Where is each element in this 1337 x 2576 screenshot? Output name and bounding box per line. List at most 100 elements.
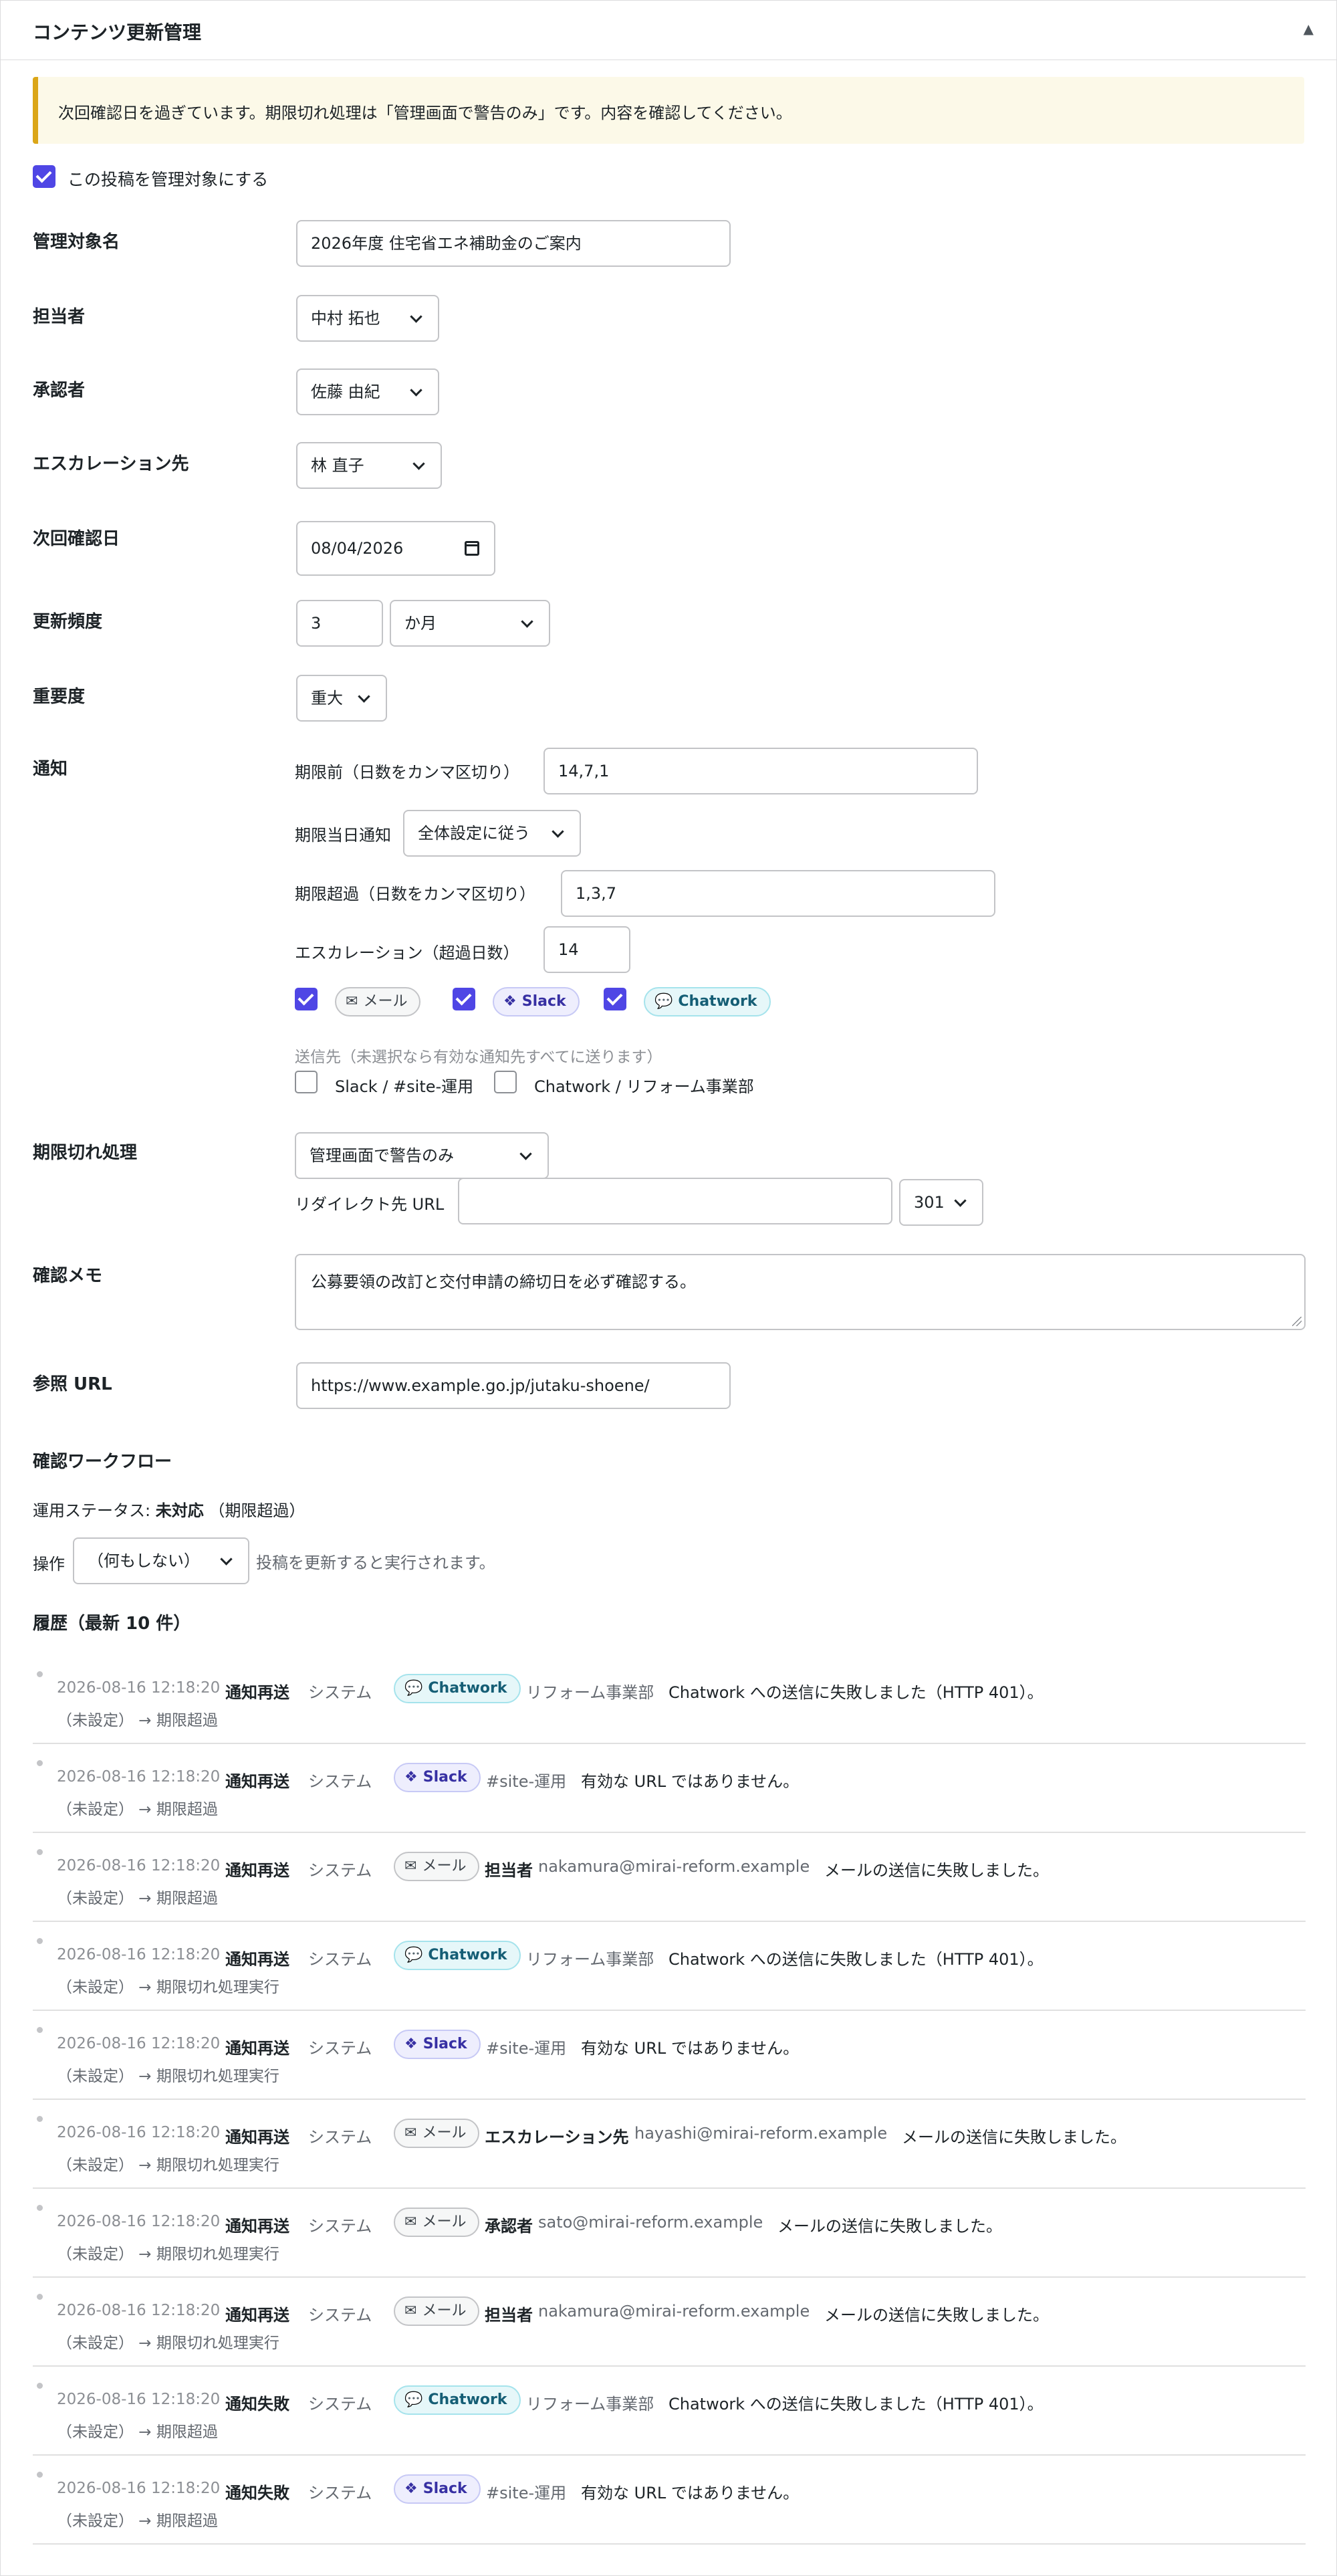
history-dot xyxy=(37,1938,43,1944)
history-message: Chatwork への送信に失敗しました（HTTP 401）。 xyxy=(668,1683,1044,1702)
history-event: 通知再送 xyxy=(225,2039,289,2058)
history-channel-badge: 💬 Chatwork xyxy=(394,1674,521,1703)
owner-select[interactable]: 中村 拓也 xyxy=(296,295,439,342)
mail-channel-icon: ✉ xyxy=(404,2214,417,2230)
redirect-url-label: リダイレクト先 URL xyxy=(295,1195,445,1214)
ref-url-input[interactable]: https://www.example.go.jp/jutaku-shoene/ xyxy=(296,1362,731,1409)
history-dest: hayashi@mirai-reform.example xyxy=(634,2124,888,2143)
history-timestamp: 2026-08-16 12:18:20 xyxy=(57,2302,221,2319)
owner-value: 中村 拓也 xyxy=(311,309,380,328)
mail-icon: ✉ xyxy=(346,993,358,1010)
notify-sameday-select[interactable]: 全体設定に従う xyxy=(403,810,581,857)
history-channel-badge: ❖ Slack xyxy=(394,2474,481,2504)
escalation-select[interactable]: 林 直子 xyxy=(296,442,442,489)
next-check-date-input[interactable]: 08/04/2026 xyxy=(296,521,495,576)
history-dot xyxy=(37,1849,43,1855)
manage-target-checkbox[interactable] xyxy=(33,165,55,188)
frequency-unit-select[interactable]: か月 xyxy=(390,600,550,647)
history-dot xyxy=(37,1760,43,1766)
history-dot xyxy=(37,2116,43,2122)
history-dot xyxy=(37,2472,43,2478)
history-message: メールの送信に失敗しました。 xyxy=(902,2128,1126,2147)
history-event: 通知再送 xyxy=(225,1861,289,1880)
history-dot xyxy=(37,2294,43,2300)
mail-channel-icon: ✉ xyxy=(404,1858,417,1874)
redirect-url-input[interactable] xyxy=(458,1178,892,1224)
history-row: 2026-08-16 12:18:20 通知再送 システム ❖ Slack #site-運… xyxy=(33,2010,1306,2100)
notify-after-input[interactable]: 1,3,7 xyxy=(561,870,995,917)
history-message: メールの送信に失敗しました。 xyxy=(824,1861,1049,1880)
history-timestamp: 2026-08-16 12:18:20 xyxy=(57,2124,221,2141)
history-timestamp: 2026-08-16 12:18:20 xyxy=(57,1946,221,1963)
calendar-icon[interactable] xyxy=(465,541,479,556)
workflow-op-value: （何もしない） xyxy=(88,1551,200,1570)
history-message: メールの送信に失敗しました。 xyxy=(777,2217,1002,2236)
history-row: 2026-08-16 12:18:20 通知再送 システム ❖ Slack #site-運… xyxy=(33,1743,1306,1833)
history-actor: システム xyxy=(308,2306,372,2325)
history-row: 2026-08-16 12:18:20 通知再送 システム ✉ メール 承認者 sato@m… xyxy=(33,2187,1306,2278)
history-dot xyxy=(37,2205,43,2211)
history-dot xyxy=(37,1671,43,1677)
history-channel-badge: ✉ メール xyxy=(394,2296,480,2326)
slack-channel-icon: ❖ xyxy=(404,1769,418,1786)
resize-handle[interactable] xyxy=(1292,1317,1302,1326)
importance-select[interactable]: 重大 xyxy=(296,675,387,722)
history-channel-badge: ✉ メール xyxy=(394,2208,480,2237)
expiry-action-select[interactable]: 管理画面で警告のみ xyxy=(295,1132,549,1179)
slack-channel-icon: ❖ xyxy=(404,2480,418,2497)
history-role: エスカレーション先 xyxy=(485,2128,629,2147)
history-transition: （未設定） → 期限切れ処理実行 xyxy=(57,2246,279,2263)
history-dest: #site-運用 xyxy=(486,2039,567,2058)
history-event: 通知再送 xyxy=(225,1772,289,1791)
history-transition: （未設定） → 期限切れ処理実行 xyxy=(57,2335,279,2352)
next-check-label: 次回確認日 xyxy=(33,529,120,549)
cw-channel-icon: 💬 xyxy=(404,1947,423,1963)
memo-textarea[interactable]: 公募要領の改訂と交付申請の締切日を必ず確認する。 xyxy=(295,1254,1306,1330)
target-name-input[interactable]: 2026年度 住宅省エネ補助金のご案内 xyxy=(296,220,731,267)
history-role: 担当者 xyxy=(485,1861,533,1880)
frequency-number-input[interactable]: 3 xyxy=(296,600,383,647)
history-timestamp: 2026-08-16 12:18:20 xyxy=(57,2213,221,2230)
history-timestamp: 2026-08-16 12:18:20 xyxy=(57,1768,221,1786)
history-role: 承認者 xyxy=(485,2217,533,2236)
history-channel-badge: ❖ Slack xyxy=(394,2030,481,2059)
history-event: 通知再送 xyxy=(225,1950,289,1969)
notify-sameday-label: 期限当日通知 xyxy=(295,826,391,845)
history-dest: #site-運用 xyxy=(486,1772,567,1791)
history-message: 有効な URL ではありません。 xyxy=(581,2039,800,2058)
channel-mail-checkbox[interactable] xyxy=(295,988,318,1010)
notify-before-input[interactable]: 14,7,1 xyxy=(543,748,978,794)
history-event: 通知失敗 xyxy=(225,2484,289,2502)
history-title: 履歴（最新 10 件） xyxy=(33,1614,191,1634)
workflow-op-select[interactable]: （何もしない） xyxy=(73,1537,249,1584)
history-row: 2026-08-16 12:18:20 通知失敗 システム ❖ Slack #site-運… xyxy=(33,2454,1306,2545)
dest-chatwork-checkbox[interactable] xyxy=(494,1071,517,1093)
dest-slack-checkbox[interactable] xyxy=(295,1071,318,1093)
dest-chatwork-label: Chatwork / リフォーム事業部 xyxy=(534,1077,754,1096)
history-message: 有効な URL ではありません。 xyxy=(581,2484,800,2502)
channel-slack-checkbox[interactable] xyxy=(453,988,475,1010)
history-timestamp: 2026-08-16 12:18:20 xyxy=(57,1857,221,1874)
escalation-value: 林 直子 xyxy=(311,456,364,475)
notify-before-label: 期限前（日数をカンマ区切り） xyxy=(295,763,519,782)
slack-channel-icon: ❖ xyxy=(404,2036,418,2052)
escalation-label: エスカレーション先 xyxy=(33,454,189,474)
notify-escalation-label: エスカレーション（超過日数） xyxy=(295,944,519,962)
panel-header[interactable]: コンテンツ更新管理 ▲ xyxy=(1,1,1336,60)
history-row: 2026-08-16 12:18:20 通知再送 システム ✉ メール 担当者 nakamu… xyxy=(33,1832,1306,1922)
history-message: 有効な URL ではありません。 xyxy=(581,1772,800,1791)
workflow-op-label: 操作 xyxy=(33,1555,65,1574)
notify-escalation-input[interactable]: 14 xyxy=(543,926,630,973)
history-row: 2026-08-16 12:18:20 通知失敗 システム 💬 Chatwork リフォー… xyxy=(33,2365,1306,2456)
redirect-code-select[interactable]: 301 xyxy=(899,1179,983,1226)
cw-channel-icon: 💬 xyxy=(404,1680,423,1697)
collapse-toggle-icon[interactable]: ▲ xyxy=(1304,21,1314,37)
channel-chatwork-checkbox[interactable] xyxy=(604,988,626,1010)
approver-select[interactable]: 佐藤 由紀 xyxy=(296,368,439,415)
history-actor: システム xyxy=(308,1861,372,1880)
history-row: 2026-08-16 12:18:20 通知再送 システム 💬 Chatwork リフォー… xyxy=(33,1654,1306,1744)
history-timestamp: 2026-08-16 12:18:20 xyxy=(57,2480,221,2497)
history-actor: システム xyxy=(308,1683,372,1702)
history-actor: システム xyxy=(308,1950,372,1969)
dest-slack-label: Slack / #site-運用 xyxy=(335,1077,474,1096)
